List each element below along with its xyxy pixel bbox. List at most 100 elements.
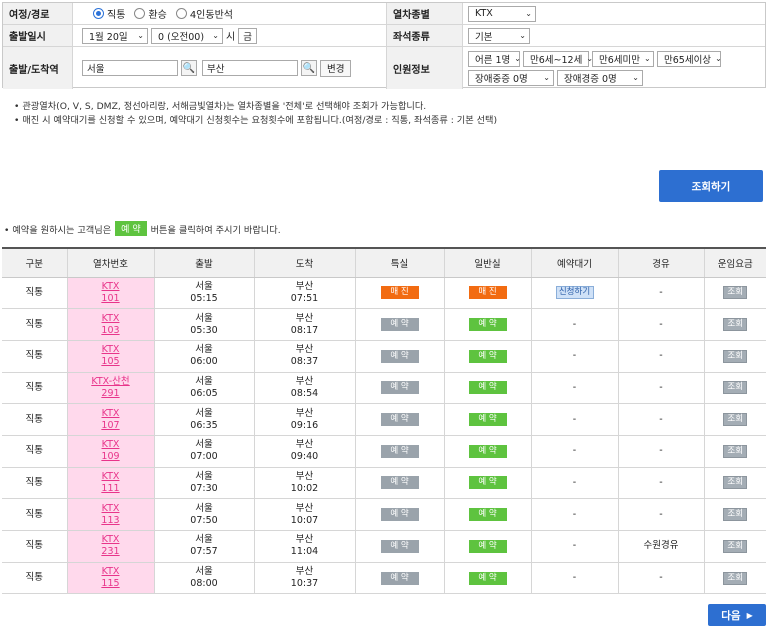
train-no-link[interactable]: KTX-산천 291 (91, 376, 129, 399)
route-label: 여정/경로 (3, 3, 73, 24)
destination-input[interactable]: 부산 (202, 60, 298, 76)
fare-inquiry-button[interactable]: 조회 (723, 476, 748, 490)
train-no-link[interactable]: KTX 109 (101, 439, 119, 462)
cell-arrival: 부산 11:04 (254, 530, 356, 563)
train-type-select[interactable]: KTX ⌄ (468, 5, 536, 22)
fare-inquiry-button[interactable]: 조회 (723, 349, 748, 363)
date-select[interactable]: 1월 20일 ⌄ (82, 27, 148, 44)
time-select[interactable]: 0 (오전00) ⌄ (151, 27, 223, 44)
train-no-link[interactable]: KTX 231 (101, 534, 119, 557)
cell-fare: 조회 (704, 403, 766, 436)
cell-waitlist: - (531, 435, 619, 468)
cell-arrival: 부산 08:17 (254, 308, 356, 341)
general-class-button[interactable]: 매 진 (468, 286, 507, 300)
search-button[interactable]: 조회하기 (659, 170, 763, 202)
cell-train-no: KTX 109 (67, 435, 155, 468)
fare-inquiry-button[interactable]: 조회 (723, 318, 748, 332)
special-class-button[interactable]: 예 약 (380, 318, 419, 332)
special-class-button[interactable]: 예 약 (380, 381, 419, 395)
train-no-link[interactable]: KTX 107 (101, 408, 119, 431)
special-class-button[interactable]: 매 진 (380, 286, 419, 300)
table-row: 직통 KTX 115 서울 08:00 부산 10:37 예 약 예 약 - - 조회 (2, 562, 766, 595)
cell-fare: 조회 (704, 498, 766, 531)
cell-arrival: 부산 10:37 (254, 562, 356, 595)
weekday-field: 금 (238, 27, 257, 44)
train-no-link[interactable]: KTX 105 (101, 344, 119, 367)
cell-train-no: KTX 107 (67, 403, 155, 436)
special-class-button[interactable]: 예 약 (380, 571, 419, 585)
search-icon[interactable]: 🔍 (181, 60, 197, 76)
fare-inquiry-button[interactable]: 조회 (723, 444, 748, 458)
route-radio-transfer[interactable]: 환승 (134, 6, 167, 21)
cell-via: - (618, 435, 705, 468)
general-class-button[interactable]: 예 약 (468, 349, 507, 363)
child-count-select[interactable]: 만6세~12세 ⌄ (523, 50, 593, 67)
general-class-button[interactable]: 예 약 (468, 318, 507, 332)
senior-count-select[interactable]: 만65세이상 ⌄ (657, 50, 722, 67)
chevron-down-icon: ⌄ (632, 73, 639, 82)
seat-type-select[interactable]: 기본 ⌄ (468, 27, 530, 44)
general-class-button[interactable]: 예 약 (468, 444, 507, 458)
special-class-button[interactable]: 예 약 (380, 444, 419, 458)
fare-inquiry-button[interactable]: 조회 (723, 286, 748, 300)
next-page-button[interactable]: 다음 ▶ (708, 604, 766, 626)
mild-disability-select[interactable]: 장애경증 0명 ⌄ (557, 69, 643, 86)
header-via: 경유 (618, 247, 705, 278)
general-class-button[interactable]: 예 약 (468, 413, 507, 427)
general-class-button[interactable]: 예 약 (468, 539, 507, 553)
cell-via: - (618, 340, 705, 373)
special-class-button[interactable]: 예 약 (380, 349, 419, 363)
fare-inquiry-button[interactable]: 조회 (723, 571, 748, 585)
cell-train-no: KTX 101 (67, 277, 155, 310)
toddler-count-select[interactable]: 만6세미만 ⌄ (592, 50, 654, 67)
general-class-button[interactable]: 예 약 (468, 508, 507, 522)
train-no-link[interactable]: KTX 113 (101, 503, 119, 526)
header-type: 구분 (2, 247, 68, 278)
cell-waitlist: - (531, 308, 619, 341)
train-no-link[interactable]: KTX 101 (101, 281, 119, 304)
cell-general-class: 예 약 (444, 340, 532, 373)
reserve-chip: 예 약 (115, 221, 147, 236)
cell-waitlist: - (531, 340, 619, 373)
hour-suffix: 시 (226, 32, 236, 43)
special-class-button[interactable]: 예 약 (380, 539, 419, 553)
fare-inquiry-button[interactable]: 조회 (723, 381, 748, 395)
cell-general-class: 예 약 (444, 467, 532, 500)
severe-disability-select[interactable]: 장애중증 0명 ⌄ (468, 69, 554, 86)
chevron-down-icon: ⌄ (212, 31, 219, 40)
origin-input[interactable]: 서울 (82, 60, 178, 76)
cell-arrival: 부산 10:07 (254, 498, 356, 531)
chevron-down-icon: ⌄ (644, 54, 651, 63)
fare-inquiry-button[interactable]: 조회 (723, 508, 748, 522)
route-radio-group-seat[interactable]: 4인동반석 (175, 6, 233, 21)
fare-inquiry-button[interactable]: 조회 (723, 413, 748, 427)
cell-type: 직통 (2, 340, 68, 373)
special-class-button[interactable]: 예 약 (380, 413, 419, 427)
cell-fare: 조회 (704, 467, 766, 500)
cell-waitlist: - (531, 530, 619, 563)
cell-type: 직통 (2, 308, 68, 341)
change-stations-button[interactable]: 변경 (320, 59, 352, 77)
train-no-link[interactable]: KTX 103 (101, 313, 119, 336)
chevron-down-icon: ⌄ (525, 9, 532, 18)
fare-inquiry-button[interactable]: 조회 (723, 539, 748, 553)
cell-waitlist: - (531, 562, 619, 595)
train-no-link[interactable]: KTX 115 (101, 566, 119, 589)
notice-item: 관광열차(O, V, S, DMZ, 정선아리랑, 서해금빛열차)는 열차종별을… (14, 100, 497, 114)
general-class-button[interactable]: 예 약 (468, 571, 507, 585)
special-class-button[interactable]: 예 약 (380, 508, 419, 522)
waitlist-apply-button[interactable]: 신청하기 (555, 286, 594, 300)
general-class-button[interactable]: 예 약 (468, 381, 507, 395)
route-radio-direct[interactable]: 직통 (93, 6, 125, 21)
chevron-down-icon: ⌄ (543, 73, 550, 82)
general-class-button[interactable]: 예 약 (468, 476, 507, 490)
cell-train-no: KTX 113 (67, 498, 155, 531)
special-class-button[interactable]: 예 약 (380, 476, 419, 490)
search-icon[interactable]: 🔍 (301, 60, 317, 76)
cell-train-no: KTX-산천 291 (67, 372, 155, 405)
train-no-link[interactable]: KTX 111 (101, 471, 119, 494)
cell-general-class: 예 약 (444, 435, 532, 468)
table-header-row: 구분 열차번호 출발 도착 특실 일반실 예약대기 경유 운임요금 (2, 247, 766, 278)
cell-special-class: 예 약 (355, 467, 445, 500)
adult-count-select[interactable]: 어른 1명 ⌄ (468, 50, 521, 67)
